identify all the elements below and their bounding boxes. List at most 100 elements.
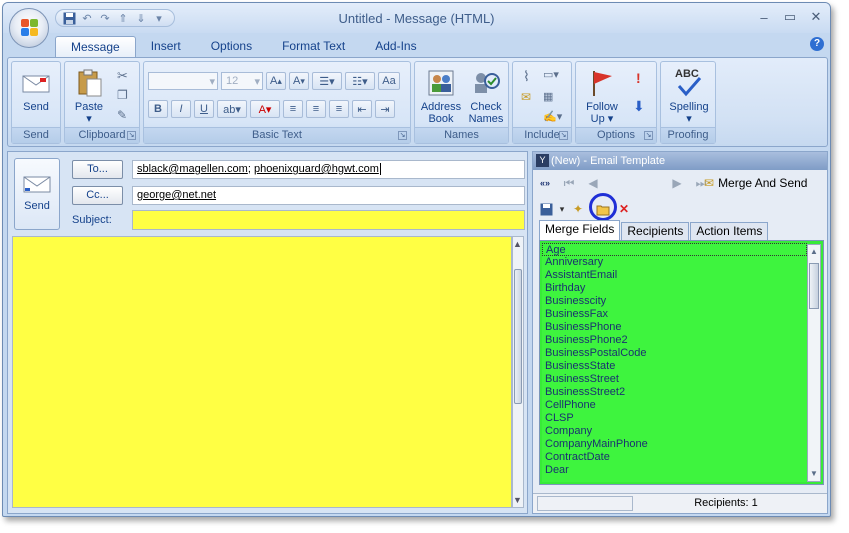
tab-merge-fields[interactable]: Merge Fields xyxy=(539,220,621,240)
next-item-icon[interactable]: ⇓ xyxy=(134,11,148,25)
merge-field-item[interactable]: BusinessState xyxy=(542,360,807,373)
message-body[interactable] xyxy=(12,236,512,508)
merge-fields-scrollbar[interactable]: ▲ ▼ xyxy=(807,244,821,482)
increase-indent-icon[interactable]: ⇥ xyxy=(375,100,395,118)
italic-icon[interactable]: I xyxy=(171,100,191,118)
minimize-icon[interactable]: – xyxy=(756,9,772,25)
tab-action-items[interactable]: Action Items xyxy=(690,222,769,240)
close-icon[interactable]: ✕ xyxy=(808,9,824,25)
bullets-icon[interactable]: ☰▾ xyxy=(312,72,342,90)
maximize-icon[interactable]: ▭ xyxy=(782,9,798,25)
to-field[interactable]: sblack@magellen.com; phoenixguard@hgwt.c… xyxy=(132,160,525,179)
basic-text-launcher-icon[interactable]: ↘ xyxy=(398,131,407,140)
scroll-up-icon[interactable]: ▲ xyxy=(513,239,522,249)
list-scroll-up-icon[interactable]: ▲ xyxy=(808,245,820,259)
tab-format-text[interactable]: Format Text xyxy=(267,36,360,58)
body-scrollbar[interactable]: ▲ ▼ xyxy=(512,236,524,508)
styles-icon[interactable]: Aa xyxy=(378,72,400,90)
merge-field-item[interactable]: CLSP xyxy=(542,412,807,425)
tab-add-ins[interactable]: Add-Ins xyxy=(360,36,431,58)
merge-field-item[interactable]: Company xyxy=(542,425,807,438)
body-scroll-thumb[interactable] xyxy=(514,269,522,404)
tab-recipients[interactable]: Recipients xyxy=(621,222,690,240)
low-importance-icon[interactable]: ⬇ xyxy=(633,98,645,115)
attach-item-icon[interactable]: ✉ xyxy=(521,90,531,104)
numbering-icon[interactable]: ☷▾ xyxy=(345,72,375,90)
underline-icon[interactable]: U xyxy=(194,100,214,118)
merge-and-send-button[interactable]: ✉ Merge And Send xyxy=(704,174,807,192)
cut-icon[interactable]: ✂ xyxy=(117,68,128,84)
tab-insert[interactable]: Insert xyxy=(136,36,196,58)
align-left-icon[interactable]: ≡ xyxy=(283,100,303,118)
subject-input[interactable] xyxy=(132,210,525,230)
merge-field-item[interactable]: Dear xyxy=(542,464,807,477)
redo-icon[interactable]: ↷ xyxy=(98,11,112,25)
spelling-button[interactable]: ABC Spelling ▾ xyxy=(663,68,715,125)
check-names-button[interactable]: Check Names xyxy=(465,68,507,125)
open-template-icon[interactable] xyxy=(594,200,612,218)
next-record-icon[interactable]: ▶ xyxy=(665,173,689,193)
options-launcher-icon[interactable]: ↘ xyxy=(644,131,653,140)
office-button[interactable] xyxy=(9,8,49,48)
merge-field-item[interactable]: BusinessFax xyxy=(542,308,807,321)
merge-field-item[interactable]: Age xyxy=(542,243,807,256)
signature-icon[interactable]: ✍▾ xyxy=(543,110,562,123)
copy-icon[interactable]: ❐ xyxy=(117,88,128,102)
cc-recipient[interactable]: george@net.net xyxy=(137,189,216,201)
high-importance-icon[interactable]: ! xyxy=(636,70,641,86)
font-name-combo[interactable]: ▾ xyxy=(148,72,218,90)
clipboard-launcher-icon[interactable]: ↘ xyxy=(127,131,136,140)
font-size-combo[interactable]: 12 ▾ xyxy=(221,72,263,90)
merge-field-item[interactable]: BusinessStreet2 xyxy=(542,386,807,399)
delete-template-icon[interactable]: ✕ xyxy=(615,200,633,218)
merge-field-item[interactable]: ContractDate xyxy=(542,451,807,464)
calendar-icon[interactable]: ▦ xyxy=(543,90,553,103)
align-center-icon[interactable]: ≡ xyxy=(306,100,326,118)
font-color-icon[interactable]: A▾ xyxy=(250,100,280,118)
merge-field-item[interactable]: AssistantEmail xyxy=(542,269,807,282)
to-button[interactable]: To... xyxy=(72,160,123,179)
new-template-icon[interactable]: ✦ xyxy=(569,200,587,218)
ribbon-send-button[interactable]: Send xyxy=(16,68,56,113)
merge-field-item[interactable]: CompanyMainPhone xyxy=(542,438,807,451)
highlight-icon[interactable]: ab▾ xyxy=(217,100,247,118)
to-recipient-2[interactable]: phoenixguard@hgwt.com xyxy=(254,163,379,175)
business-card-icon[interactable]: ▭▾ xyxy=(543,68,559,81)
prev-record-icon[interactable]: ◀ xyxy=(581,173,605,193)
list-scroll-down-icon[interactable]: ▼ xyxy=(808,467,820,481)
merge-field-item[interactable]: Anniversary xyxy=(542,256,807,269)
align-right-icon[interactable]: ≡ xyxy=(329,100,349,118)
include-launcher-icon[interactable]: ↘ xyxy=(559,131,568,140)
paste-button[interactable]: Paste ▾ xyxy=(69,68,109,125)
format-painter-icon[interactable]: ✎ xyxy=(117,108,127,122)
scroll-down-icon[interactable]: ▼ xyxy=(513,495,522,505)
to-recipient-1[interactable]: sblack@magellen.com xyxy=(137,163,248,175)
list-scroll-thumb[interactable] xyxy=(809,263,819,309)
cc-field[interactable]: george@net.net xyxy=(132,186,525,205)
send-button[interactable]: Send xyxy=(14,158,60,230)
merge-field-item[interactable]: BusinessStreet xyxy=(542,373,807,386)
grow-font-icon[interactable]: A ▴ xyxy=(266,72,286,90)
help-icon[interactable]: ? xyxy=(810,37,824,51)
merge-field-item[interactable]: Birthday xyxy=(542,282,807,295)
save-icon[interactable] xyxy=(62,11,76,25)
address-book-button[interactable]: Address Book xyxy=(418,68,464,125)
decrease-indent-icon[interactable]: ⇤ xyxy=(352,100,372,118)
merge-field-item[interactable]: CellPhone xyxy=(542,399,807,412)
previous-item-icon[interactable]: ⇑ xyxy=(116,11,130,25)
qat-customize-icon[interactable]: ▾ xyxy=(152,11,166,25)
attach-file-icon[interactable]: ⌇ xyxy=(523,68,530,85)
merge-field-item[interactable]: BusinessPostalCode xyxy=(542,347,807,360)
shrink-font-icon[interactable]: A ▾ xyxy=(289,72,309,90)
first-record-icon[interactable]: ⏮ xyxy=(557,173,581,193)
merge-field-item[interactable]: BusinessPhone xyxy=(542,321,807,334)
undo-icon[interactable]: ↶ xyxy=(80,11,94,25)
cc-button[interactable]: Cc... xyxy=(72,186,123,205)
tab-message[interactable]: Message xyxy=(55,36,136,58)
abc-toggle-icon[interactable]: «» xyxy=(533,173,557,193)
merge-field-item[interactable]: Businesscity xyxy=(542,295,807,308)
tab-options[interactable]: Options xyxy=(196,36,267,58)
follow-up-button[interactable]: Follow Up ▾ xyxy=(578,68,626,125)
merge-field-item[interactable]: BusinessPhone2 xyxy=(542,334,807,347)
bold-icon[interactable]: B xyxy=(148,100,168,118)
